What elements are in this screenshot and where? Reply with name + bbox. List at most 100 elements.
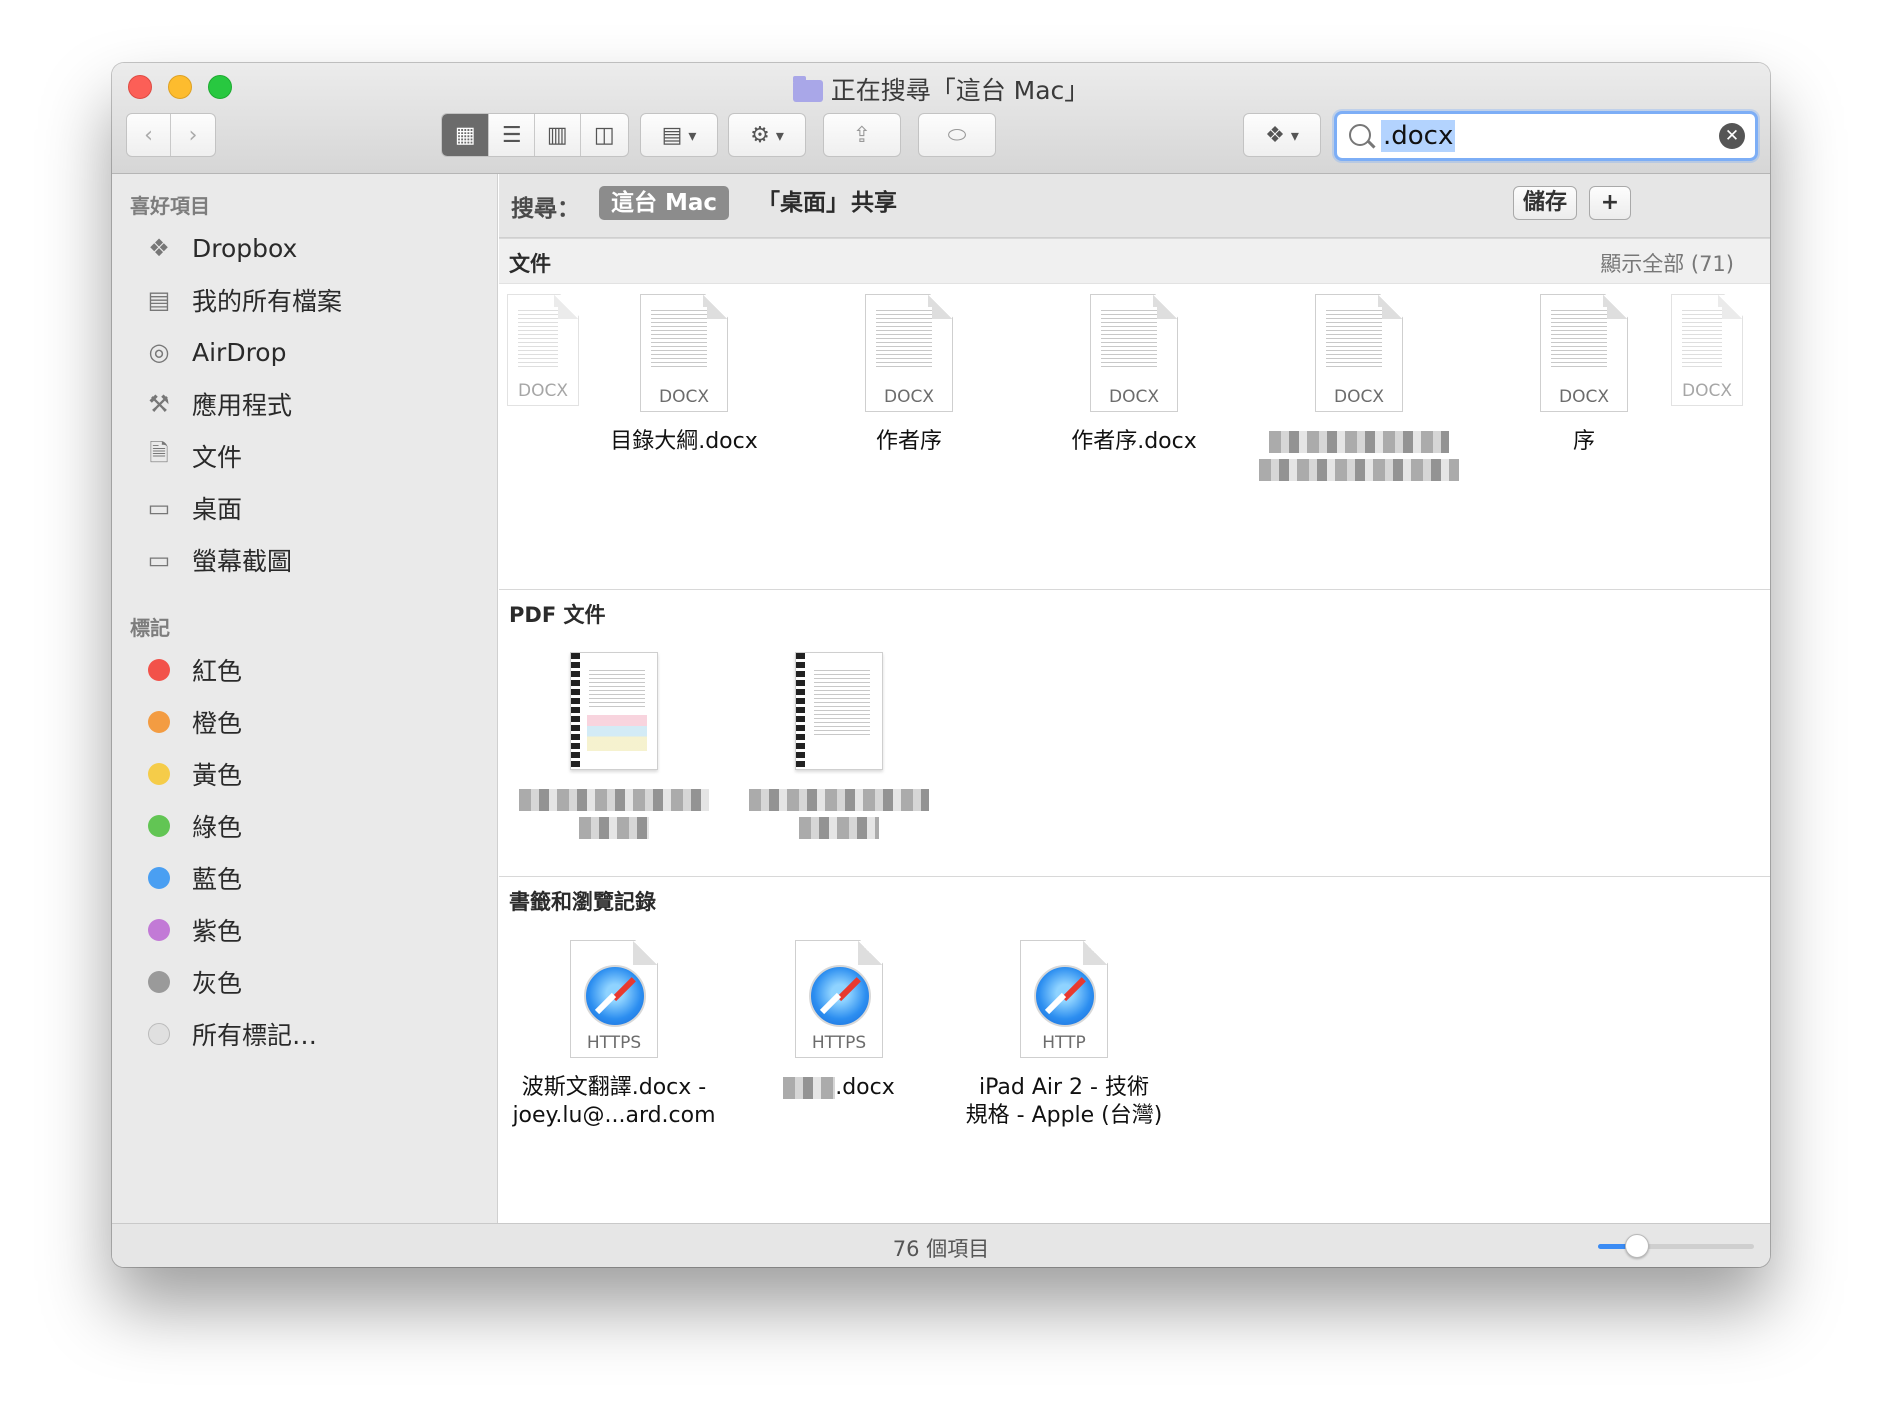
document-icon: DOCX <box>1090 294 1178 412</box>
sidebar-tag-gray[interactable]: 灰色 <box>142 962 242 1002</box>
favorites-header: 喜好項目 <box>130 194 210 218</box>
sidebar: 喜好項目 ❖ Dropbox ▤ 我的所有檔案 ◎ AirDrop ⚒ 應用程式 🗎 文件… <box>112 174 498 1223</box>
share-button[interactable]: ⇪ <box>823 113 901 157</box>
status-bar: 76 個項目 <box>112 1223 1770 1267</box>
file-item[interactable]: DOCX <box>1254 294 1464 484</box>
chevron-down-icon: ▾ <box>1290 125 1299 145</box>
sidebar-tag-all[interactable]: 所有標記… <box>142 1014 317 1054</box>
coverflow-view-button[interactable]: ◫ <box>581 114 628 156</box>
dropbox-icon: ❖ <box>1265 122 1285 148</box>
bookmark-name: iPad Air 2 - 技術 規格 - Apple (台灣) <box>965 1075 1163 1128</box>
sidebar-tag-orange[interactable]: 橙色 <box>142 702 242 742</box>
all-files-icon: ▤ <box>147 286 171 314</box>
search-field[interactable]: .docx ✕ <box>1334 111 1758 161</box>
safari-webloc-icon: HTTPS <box>570 940 658 1058</box>
clear-search-icon[interactable]: ✕ <box>1719 123 1745 149</box>
safari-webloc-icon: HTTPS <box>795 940 883 1058</box>
smart-folder-icon <box>792 76 823 102</box>
section-title: 文件 <box>509 252 551 276</box>
columns-icon: ▥ <box>546 122 568 148</box>
gear-icon: ⚙ <box>750 122 770 148</box>
document-icon: DOCX <box>640 294 728 412</box>
search-query[interactable]: .docx <box>1381 120 1456 152</box>
file-item[interactable]: DOCX 作者序.docx <box>1029 294 1239 456</box>
redacted-text <box>783 1077 836 1099</box>
tag-button[interactable]: ⬭ <box>918 113 996 157</box>
save-search-button[interactable]: 儲存 <box>1513 186 1577 220</box>
bookmark-item[interactable]: HTTPS .docx <box>734 940 944 1102</box>
list-icon: ☰ <box>501 122 522 148</box>
chevron-down-icon: ▾ <box>688 125 697 145</box>
bookmark-item[interactable]: HTTPS 波斯文翻譯.docx - joey.lu@...ard.com <box>509 940 719 1130</box>
chevron-right-icon: › <box>188 122 198 148</box>
sidebar-tag-purple[interactable]: 紫色 <box>142 910 242 950</box>
file-item[interactable] <box>509 652 719 842</box>
file-name-redacted <box>1254 428 1464 484</box>
tag-color-dot <box>148 815 170 837</box>
sidebar-item-airdrop[interactable]: ◎ AirDrop <box>142 332 287 372</box>
document-icon: DOCX <box>1671 294 1743 406</box>
file-name: 目錄大綱.docx <box>610 429 758 454</box>
file-item[interactable]: DOCX 作者序 <box>804 294 1014 456</box>
bookmark-name: 波斯文翻譯.docx - joey.lu@...ard.com <box>512 1075 716 1128</box>
search-icon <box>1349 124 1371 146</box>
scope-shared[interactable]: 共享 <box>839 186 909 220</box>
sidebar-item-documents[interactable]: 🗎 文件 <box>142 436 242 476</box>
pdf-icon <box>570 652 658 770</box>
section-title: PDF 文件 <box>509 603 606 627</box>
search-scope-bar: 搜尋： 這台 Mac 「桌面」 共享 儲存 + <box>499 174 1770 238</box>
section-pdf-header: PDF 文件 <box>499 589 1770 635</box>
redacted-text <box>1259 459 1459 481</box>
tags-header: 標記 <box>130 616 170 640</box>
scope-this-mac[interactable]: 這台 Mac <box>599 186 730 220</box>
sidebar-tag-green[interactable]: 綠色 <box>142 806 242 846</box>
applications-icon: ⚒ <box>148 390 170 418</box>
safari-webloc-icon: HTTP <box>1020 940 1108 1058</box>
list-view-button[interactable]: ☰ <box>489 114 535 156</box>
forward-button[interactable]: › <box>171 114 215 156</box>
file-stack[interactable]: DOCX <box>1647 294 1767 406</box>
file-item[interactable]: DOCX 目錄大綱.docx <box>579 294 789 456</box>
back-button[interactable]: ‹ <box>127 114 172 156</box>
dropbox-icon: ❖ <box>148 234 170 262</box>
sidebar-item-screenshots[interactable]: ▭ 螢幕截圖 <box>142 540 292 580</box>
pdf-icon <box>795 652 883 770</box>
action-button[interactable]: ⚙ ▾ <box>728 113 806 157</box>
show-all-link[interactable]: 顯示全部 (71) <box>1600 248 1734 278</box>
redacted-text <box>799 817 879 839</box>
sidebar-item-all-files[interactable]: ▤ 我的所有檔案 <box>142 280 342 320</box>
file-item[interactable] <box>734 652 944 842</box>
documents-icon: 🗎 <box>149 438 169 467</box>
slider-knob[interactable] <box>1625 1234 1649 1258</box>
sidebar-item-applications[interactable]: ⚒ 應用程式 <box>142 384 292 424</box>
sidebar-tag-red[interactable]: 紅色 <box>142 650 242 690</box>
tag-icon: ⬭ <box>947 122 967 148</box>
sidebar-tag-yellow[interactable]: 黃色 <box>142 754 242 794</box>
arrange-grid-icon: ▤ <box>661 122 683 148</box>
redacted-text <box>519 789 709 811</box>
tag-color-dot <box>148 919 170 941</box>
nav-buttons: ‹ › <box>126 113 216 157</box>
folder-icon: ▭ <box>147 546 171 574</box>
bookmark-item[interactable]: HTTP iPad Air 2 - 技術 規格 - Apple (台灣) <box>959 940 1169 1130</box>
sidebar-item-desktop[interactable]: ▭ 桌面 <box>142 488 242 528</box>
sidebar-item-dropbox[interactable]: ❖ Dropbox <box>142 228 297 268</box>
icon-size-slider[interactable] <box>1598 1234 1754 1258</box>
file-name-redacted <box>509 786 719 842</box>
sidebar-tag-blue[interactable]: 藍色 <box>142 858 242 898</box>
add-criteria-button[interactable]: + <box>1589 186 1631 220</box>
finder-window: 正在搜尋「這台 Mac」 ‹ › ▦ ☰ ▥ ◫ ▤▾ ⚙▾ ⇪ ⬭ ❖▾ <box>112 63 1770 1267</box>
redacted-text <box>1269 431 1449 453</box>
dropbox-menu-button[interactable]: ❖ ▾ <box>1243 113 1321 157</box>
column-view-button[interactable]: ▥ <box>535 114 581 156</box>
tag-color-dot <box>148 763 170 785</box>
tag-color-dot <box>148 659 170 681</box>
coverflow-icon: ◫ <box>593 122 615 148</box>
arrange-button[interactable]: ▤ ▾ <box>640 113 718 157</box>
toolbar: 正在搜尋「這台 Mac」 ‹ › ▦ ☰ ▥ ◫ ▤▾ ⚙▾ ⇪ ⬭ ❖▾ <box>112 63 1770 174</box>
icon-view-button[interactable]: ▦ <box>442 114 490 156</box>
scope-label: 搜尋： <box>511 196 580 222</box>
all-tags-icon <box>148 1023 170 1045</box>
file-name: 作者序 <box>875 429 942 454</box>
airdrop-icon: ◎ <box>148 338 170 366</box>
